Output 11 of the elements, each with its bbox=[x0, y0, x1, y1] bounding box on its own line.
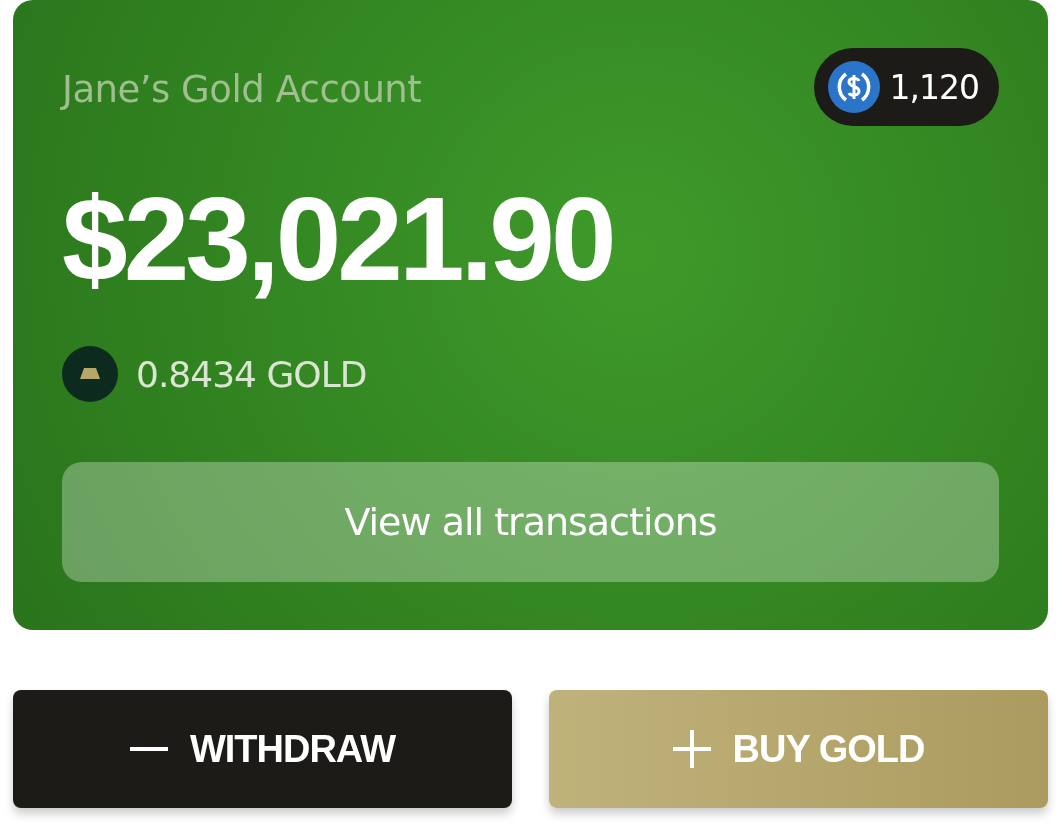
holding-amount: 0.8434 GOLD bbox=[136, 353, 367, 395]
coin-balance: 1,120 bbox=[889, 67, 979, 107]
account-title: Jane’s Gold Account bbox=[62, 66, 422, 111]
plus-icon bbox=[672, 730, 711, 768]
buy-button[interactable]: BUY GOLD bbox=[549, 690, 1048, 808]
balance-amount: $23,021.90 bbox=[62, 180, 614, 298]
minus-icon bbox=[129, 747, 168, 751]
view-transactions-button[interactable]: View all transactions bbox=[62, 462, 999, 582]
dollar-coin-icon bbox=[827, 61, 880, 113]
ingot-icon bbox=[62, 346, 118, 402]
withdraw-button[interactable]: WITHDRAW bbox=[13, 690, 512, 808]
